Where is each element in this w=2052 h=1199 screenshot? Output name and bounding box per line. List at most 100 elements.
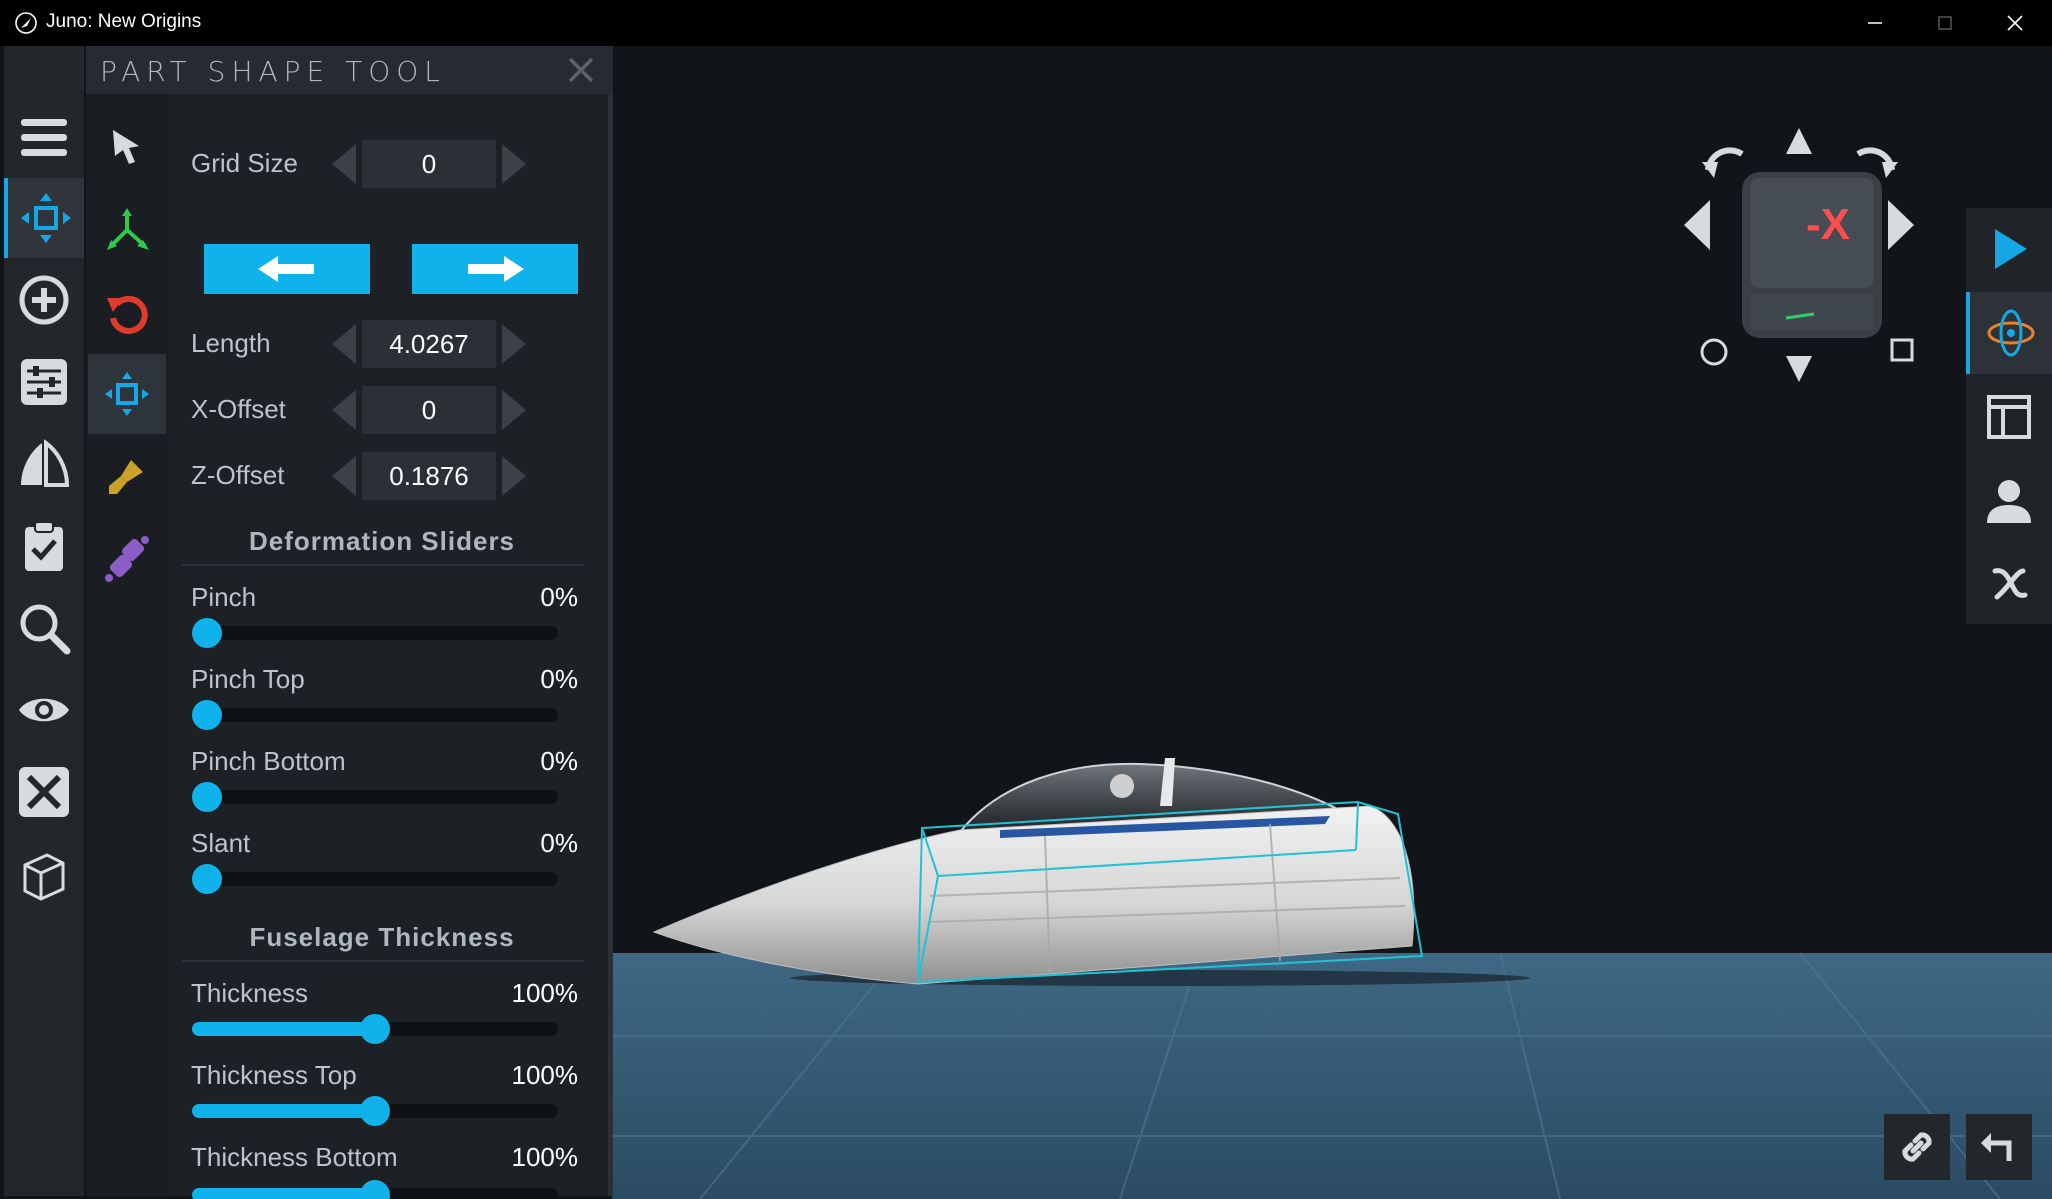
maximize-icon [1938, 16, 1952, 30]
pinch-slider[interactable] [192, 618, 558, 648]
link-button[interactable] [1884, 1114, 1950, 1180]
thickness-label: Thickness [191, 978, 309, 1008]
close-icon[interactable] [567, 56, 595, 84]
orthographic-square-icon [1890, 338, 1914, 362]
up-arrow-icon [1786, 128, 1812, 154]
deformation-section-title: Deformation Sliders [248, 526, 516, 556]
cube-outline-icon [23, 853, 65, 901]
move-arrows-icon [105, 372, 149, 416]
pinch-bottom-label: Pinch Bottom [191, 746, 346, 776]
z-offset-stepper[interactable]: 0.1876 [328, 452, 530, 500]
grid-size-value[interactable]: 0 [362, 140, 496, 188]
panel-layout-icon [1987, 395, 2031, 439]
shape-tool-button[interactable] [88, 354, 166, 434]
minimize-icon [1868, 22, 1882, 24]
undo-button[interactable] [1966, 1114, 2032, 1180]
app-icon [14, 11, 38, 35]
select-tool-button[interactable] [88, 108, 166, 188]
variables-button[interactable] [1966, 542, 2052, 624]
move-arrows-icon [21, 193, 71, 243]
pinch-bottom-slider[interactable] [192, 782, 558, 812]
thickness-bottom-slider[interactable] [192, 1180, 558, 1199]
cursor-arrow-icon [113, 130, 139, 164]
slant-slider[interactable] [192, 864, 558, 894]
decrement-arrow-icon[interactable] [328, 140, 360, 188]
pinch-value: 0% [540, 582, 578, 612]
slant-label: Slant [191, 828, 251, 858]
thickness-bottom-value: 100% [511, 1142, 579, 1172]
sliders-icon [21, 359, 67, 405]
thickness-top-slider[interactable] [192, 1096, 558, 1126]
layout-button[interactable] [1966, 376, 2052, 458]
slider-thumb[interactable] [192, 618, 222, 648]
thickness-slider[interactable] [192, 1014, 558, 1044]
pinch-top-label: Pinch Top [191, 664, 305, 694]
left-arrow-icon [1684, 200, 1710, 250]
variable-x-icon [1992, 568, 2028, 600]
close-icon [2007, 15, 2023, 31]
length-stepper[interactable]: 4.0267 [328, 320, 530, 368]
menu-button[interactable] [4, 98, 84, 178]
undo-icon [1981, 1133, 2012, 1161]
pinch-top-slider[interactable] [192, 700, 558, 730]
tools-button[interactable] [4, 752, 84, 832]
panel-scrollbar[interactable] [608, 94, 613, 1196]
increment-arrow-icon[interactable] [498, 452, 530, 500]
tool-panel-title: PART SHAPE TOOL [100, 55, 446, 88]
decrement-arrow-icon[interactable] [328, 452, 360, 500]
thickness-value: 100% [511, 978, 579, 1008]
connect-tool-button[interactable] [88, 518, 166, 598]
properties-button[interactable] [4, 342, 84, 422]
close-window-button[interactable] [1980, 0, 2050, 46]
minimize-button[interactable] [1840, 0, 1910, 46]
next-section-button[interactable] [412, 244, 578, 294]
thickness-bottom-label: Thickness Bottom [191, 1142, 398, 1172]
hamburger-icon [21, 119, 67, 156]
add-part-button[interactable] [4, 260, 84, 340]
orbit-button[interactable] [1966, 292, 2052, 374]
thickness-top-value: 100% [511, 1060, 579, 1090]
slider-thumb[interactable] [192, 782, 222, 812]
move-tool-button[interactable] [4, 178, 84, 258]
decrement-arrow-icon[interactable] [328, 320, 360, 368]
part-shape-tool-panel: PART SHAPE TOOL Grid Size 0 Length 4.026… [86, 46, 613, 1199]
view-button[interactable] [4, 670, 84, 750]
section-divider [182, 960, 584, 962]
slider-thumb[interactable] [360, 1096, 390, 1126]
slider-thumb[interactable] [360, 1180, 390, 1199]
increment-arrow-icon[interactable] [498, 140, 530, 188]
slider-thumb[interactable] [360, 1014, 390, 1044]
right-toolbar [1966, 208, 2052, 624]
z-offset-value[interactable]: 0.1876 [362, 452, 496, 500]
window-title: Juno: New Origins [46, 11, 202, 32]
symmetry-button[interactable] [4, 424, 84, 504]
slider-thumb[interactable] [192, 700, 222, 730]
x-offset-stepper[interactable]: 0 [328, 386, 530, 434]
maximize-button[interactable] [1910, 0, 1980, 46]
grid-size-label: Grid Size [191, 148, 298, 178]
x-offset-value[interactable]: 0 [362, 386, 496, 434]
view-cube[interactable]: -X [1680, 118, 1920, 398]
pinch-top-value: 0% [540, 664, 578, 694]
decrement-arrow-icon[interactable] [328, 386, 360, 434]
grid-size-stepper[interactable]: 0 [328, 140, 530, 188]
search-button[interactable] [4, 588, 84, 668]
checklist-button[interactable] [4, 506, 84, 586]
paint-tool-button[interactable] [88, 436, 166, 516]
fuselage-thickness-section-title: Fuselage Thickness [249, 922, 515, 952]
length-value[interactable]: 4.0267 [362, 320, 496, 368]
search-icon [20, 604, 71, 655]
previous-section-button[interactable] [204, 244, 370, 294]
slider-thumb[interactable] [192, 864, 222, 894]
increment-arrow-icon[interactable] [498, 320, 530, 368]
translate-tool-button[interactable] [88, 190, 166, 270]
perspective-circle-icon [1700, 338, 1728, 366]
increment-arrow-icon[interactable] [498, 386, 530, 434]
wrench-screwdriver-icon [19, 767, 69, 817]
thickness-top-label: Thickness Top [191, 1060, 357, 1090]
crew-button[interactable] [1966, 460, 2052, 542]
rotate-tool-button[interactable] [88, 272, 166, 352]
view-3d-button[interactable] [4, 836, 84, 916]
play-button[interactable] [1966, 208, 2052, 290]
play-icon [1995, 229, 2027, 269]
